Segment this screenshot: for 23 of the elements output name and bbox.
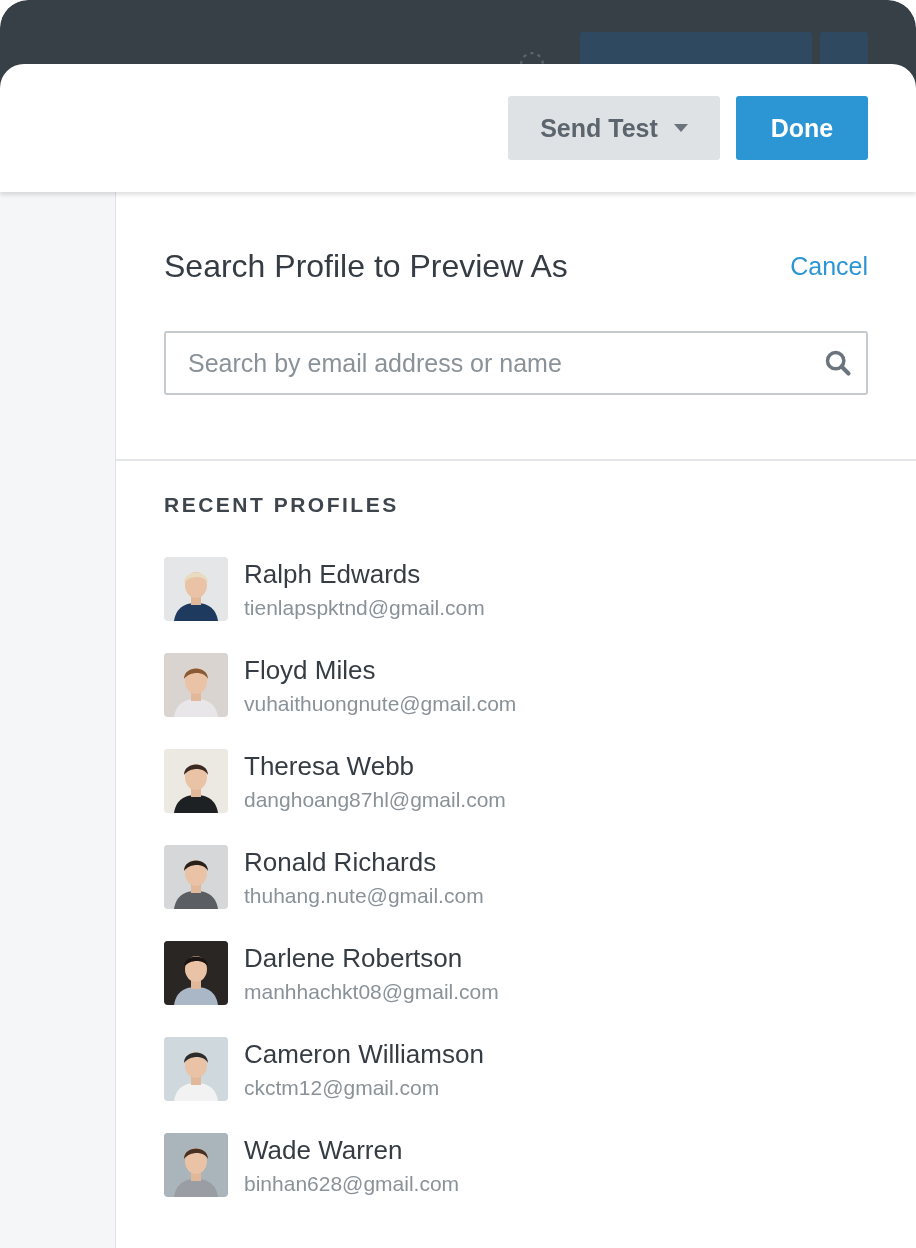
profile-name[interactable]: Darlene Robertson [244,942,499,974]
profile-email: thuhang.nute@gmail.com [244,883,484,908]
profile-name[interactable]: Cameron Williamson [244,1038,484,1070]
spinner-icon [519,51,545,64]
profile-email: ckctm12@gmail.com [244,1075,441,1100]
panel-title: Search Profile to Preview As [164,248,568,285]
profile-email: vuhaithuongnute@gmail.com [244,691,517,716]
search-icon [824,349,852,377]
profile-email: manhhachkt08@gmail.com [244,979,499,1004]
caret-icon [673,124,688,132]
profile-email: tienlapspktnd@gmail.com [244,595,485,620]
profile-name[interactable]: Theresa Webb [244,750,506,782]
search-field[interactable]: Search by email address or name [164,331,868,395]
save-button[interactable] [580,32,812,64]
send-test-button[interactable]: Send Test [508,96,720,160]
profile-name[interactable]: Wade Warren [244,1134,460,1166]
profile-name[interactable]: Floyd Miles [244,654,517,686]
profile-name[interactable]: Ronald Richards [244,846,484,878]
section-heading: RECENT PROFILES [164,493,400,517]
profile-name[interactable]: Ralph Edwards [244,558,485,590]
profile-email: binhan628@gmail.com [244,1171,460,1196]
save-options-button[interactable] [820,32,868,64]
profile-email: danghoang87hl@gmail.com [244,787,506,812]
